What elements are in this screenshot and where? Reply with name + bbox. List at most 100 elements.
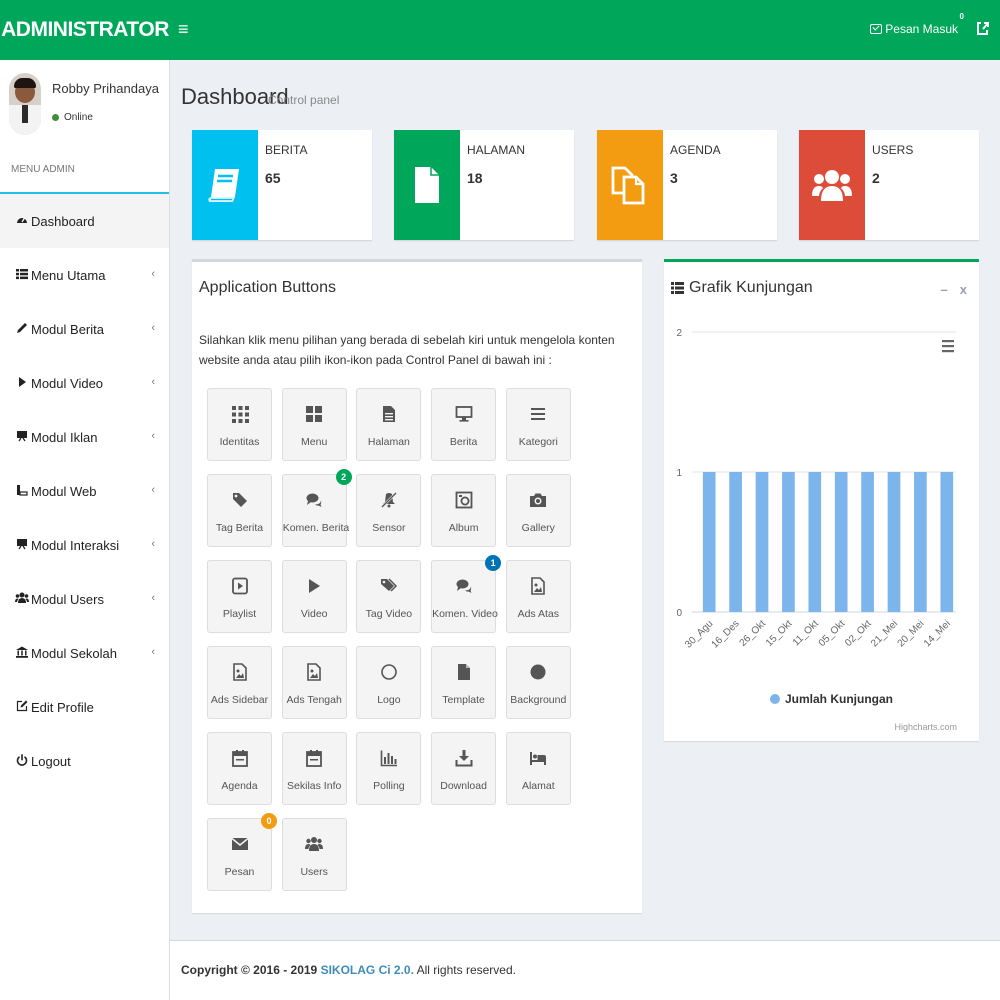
info-box-halaman[interactable]: HALAMAN 18 [394, 130, 574, 240]
chart-bar[interactable] [940, 472, 954, 612]
sidebar-toggle-icon[interactable]: ≡ [178, 18, 194, 40]
sidebar-item-modul-video[interactable]: Modul Video ‹ [0, 356, 169, 410]
chart-legend[interactable]: Jumlah Kunjungan [770, 692, 893, 706]
chart-bar[interactable] [702, 472, 716, 612]
signout-icon[interactable] [976, 20, 990, 41]
app-button-tag-berita[interactable]: Tag Berita [207, 474, 272, 547]
chart-bar[interactable] [729, 472, 742, 612]
chart-bar[interactable] [755, 472, 769, 612]
sidebar-item-menu-utama[interactable]: Menu Utama ‹ [0, 248, 169, 302]
sidebar-item-label: Menu Utama [31, 267, 106, 283]
chart-bar[interactable] [808, 472, 822, 612]
info-box-value: 2 [872, 170, 880, 186]
app-button-label: Komen. Berita [282, 522, 350, 534]
info-box-berita[interactable]: BERITA 65 [192, 130, 372, 240]
app-button-komen-video[interactable]: Komen. Video 1 [431, 555, 502, 633]
x-tick-label: 02_Okt [843, 618, 874, 649]
easel-icon [14, 430, 30, 445]
sidebar-item-label: Modul Web [31, 483, 97, 499]
chart-bar[interactable] [861, 472, 874, 612]
file-text-icon [357, 403, 420, 425]
app-button-pesan[interactable]: Pesan 0 [207, 813, 277, 891]
book-icon [192, 130, 258, 240]
sidebar-item-modul-sekolah[interactable]: Modul Sekolah ‹ [0, 626, 169, 680]
album-icon [432, 489, 495, 511]
info-box-agenda[interactable]: AGENDA 3 [597, 130, 777, 240]
chart-credits[interactable]: Highcharts.com [894, 722, 957, 732]
comments-icon [283, 489, 346, 511]
menu-header: MENU ADMIN [0, 152, 169, 194]
app-button-komen-berita[interactable]: Komen. Berita 2 [281, 469, 352, 547]
chevron-left-icon: ‹ [151, 376, 155, 388]
app-button-label: Tag Video [365, 608, 413, 620]
top-header: ADMINISTRATOR ≡ Pesan Masuk 0 [0, 0, 1000, 60]
app-button-label: Logo [377, 694, 401, 706]
app-button-background[interactable]: Background [505, 646, 571, 719]
y-tick-label: 2 [676, 328, 682, 339]
playlist-icon [208, 575, 271, 597]
page-subtitle: Control panel [268, 93, 340, 107]
app-button-alamat[interactable]: Alamat [505, 732, 571, 805]
app-button-ads-tengah[interactable]: Ads Tengah [281, 646, 347, 719]
info-box-users[interactable]: USERS 2 [799, 130, 979, 240]
app-button-label: Agenda [221, 780, 258, 792]
table-icon [671, 282, 684, 294]
notification-badge: 1 [485, 555, 502, 571]
tag-icon [208, 489, 271, 511]
app-button-label: Berita [449, 436, 478, 448]
sidebar-item-edit-profile[interactable]: Edit Profile [0, 680, 169, 734]
sidebar-item-modul-iklan[interactable]: Modul Iklan ‹ [0, 410, 169, 464]
info-box-label: BERITA [265, 143, 308, 157]
comments-icon [432, 575, 495, 597]
app-button-sekilas-info[interactable]: Sekilas Info [281, 732, 347, 805]
app-button-polling[interactable]: Polling [356, 732, 422, 805]
chevron-left-icon: ‹ [151, 430, 155, 442]
app-button-logo[interactable]: Logo [356, 646, 422, 719]
chart-bar[interactable] [834, 472, 848, 612]
caret-right-icon [14, 376, 30, 391]
circle-fill-icon [507, 661, 570, 683]
sidebar-item-dashboard[interactable]: Dashboard [0, 194, 169, 248]
sidebar-item-label: Modul Iklan [31, 429, 98, 445]
app-button-sensor[interactable]: Sensor [356, 474, 422, 547]
app-button-users[interactable]: Users [281, 818, 347, 891]
app-button-label: Gallery [521, 522, 555, 534]
app-button-tag-video[interactable]: Tag Video [356, 560, 422, 633]
app-button-template[interactable]: Template [431, 646, 497, 719]
sidebar-item-modul-berita[interactable]: Modul Berita ‹ [0, 302, 169, 356]
app-button-video[interactable]: Video [281, 560, 347, 633]
x-tick-label: 30_Agu [683, 618, 715, 650]
close-button[interactable]: x [960, 282, 967, 297]
sidebar-item-modul-web[interactable]: Modul Web ‹ [0, 464, 169, 518]
app-button-gallery[interactable]: Gallery [505, 474, 571, 547]
sidebar-item-logout[interactable]: Logout [0, 734, 169, 788]
app-button-halaman[interactable]: Halaman [356, 388, 422, 461]
app-box-title: Application Buttons [199, 279, 336, 296]
chart-bar[interactable] [782, 472, 795, 612]
app-button-ads-sidebar[interactable]: Ads Sidebar [207, 646, 272, 719]
app-button-album[interactable]: Album [431, 474, 497, 547]
app-button-identitas[interactable]: Identitas [207, 388, 272, 461]
file-icon [432, 661, 495, 683]
app-button-kategori[interactable]: Kategori [505, 388, 571, 461]
info-box-label: USERS [872, 143, 914, 157]
messages-link[interactable]: Pesan Masuk [870, 22, 958, 36]
edit-icon [14, 700, 30, 715]
info-box-value: 18 [467, 170, 483, 186]
footer-link[interactable]: SIKOLAG Ci 2.0. [321, 963, 414, 977]
app-button-playlist[interactable]: Playlist [207, 560, 272, 633]
notification-badge: 0 [261, 813, 277, 829]
sidebar: Robby Prihandaya Online MENU ADMIN Dashb… [0, 60, 170, 1000]
chart-bar[interactable] [914, 472, 927, 612]
sidebar-item-modul-users[interactable]: Modul Users ‹ [0, 572, 169, 626]
app-button-ads-atas[interactable]: Ads Atas [505, 560, 571, 633]
chart-bar[interactable] [887, 472, 901, 612]
app-button-menu[interactable]: Menu [281, 388, 347, 461]
app-button-download[interactable]: Download [431, 732, 497, 805]
sidebar-item-modul-interaksi[interactable]: Modul Interaksi ‹ [0, 518, 169, 572]
app-button-berita[interactable]: Berita [431, 388, 497, 461]
app-button-agenda[interactable]: Agenda [207, 732, 272, 805]
camera-icon [507, 489, 570, 511]
app-logo[interactable]: ADMINISTRATOR [0, 0, 170, 60]
minimize-button[interactable]: – [941, 282, 948, 297]
